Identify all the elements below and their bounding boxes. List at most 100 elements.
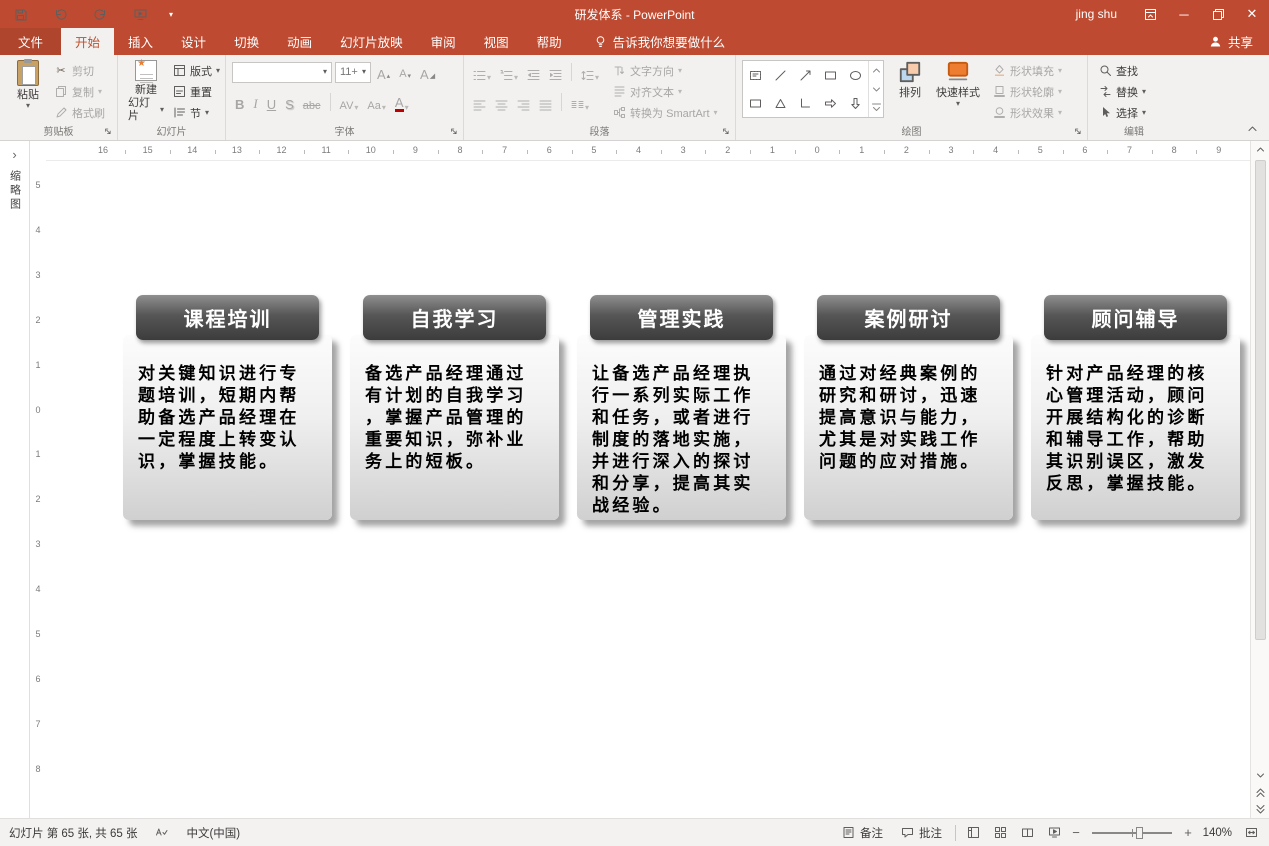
clear-formatting-button[interactable]: A◢	[417, 62, 438, 83]
underline-button[interactable]: U	[264, 92, 279, 113]
ribbon-tab-帮助[interactable]: 帮助	[523, 28, 576, 55]
ribbon-tab-视图[interactable]: 视图	[470, 28, 523, 55]
start-slideshow-button[interactable]	[120, 0, 160, 28]
cut-button[interactable]: ✂剪切	[50, 60, 109, 81]
slide-card[interactable]: 备选产品经理通过有计划的自我学习，掌握产品管理的重要知识，弥补业务上的短板。自我…	[350, 295, 559, 527]
zoom-slider[interactable]	[1092, 832, 1172, 834]
slide-card[interactable]: 让备选产品经理执行一系列实际工作和任务，或者进行制度的落地实施，并进行深入的探讨…	[577, 295, 786, 527]
down-arrow-shape-icon[interactable]	[843, 89, 868, 117]
oval-shape-icon[interactable]	[843, 61, 868, 89]
shrink-font-button[interactable]: A▾	[396, 62, 414, 83]
tab-file[interactable]: 文件	[0, 28, 61, 55]
previous-slide-button[interactable]	[1251, 784, 1269, 801]
decrease-indent-button[interactable]	[524, 62, 543, 83]
share-button[interactable]: 共享	[1193, 28, 1269, 55]
paragraph-dialog-launcher[interactable]	[722, 127, 732, 137]
text-box-shape-icon[interactable]	[743, 61, 768, 89]
card-title[interactable]: 管理实践	[590, 295, 773, 340]
bullets-button[interactable]: ▾	[470, 62, 494, 83]
quick-styles-button[interactable]: 快速样式▾	[932, 59, 984, 123]
replace-button[interactable]: 替换▾	[1094, 81, 1150, 102]
slide-card[interactable]: 针对产品经理的核心管理活动，顾问开展结构化的诊断和辅导工作，帮助其识别误区，激发…	[1031, 295, 1240, 527]
grow-font-button[interactable]: A▴	[374, 62, 393, 83]
scroll-down-button[interactable]	[1251, 767, 1269, 784]
justify-button[interactable]	[536, 92, 555, 113]
scroll-up-button[interactable]	[1251, 141, 1269, 158]
signed-in-user[interactable]: jing shu	[1076, 7, 1117, 21]
expand-pane-icon[interactable]: ›	[12, 147, 16, 162]
find-button[interactable]: 查找	[1094, 60, 1150, 81]
reading-view-button[interactable]	[1014, 819, 1041, 846]
card-body[interactable]: 针对产品经理的核心管理活动，顾问开展结构化的诊断和辅导工作，帮助其识别误区，激发…	[1031, 335, 1240, 520]
change-case-button[interactable]: Aa▾	[364, 92, 388, 113]
minimize-button[interactable]: ─	[1167, 0, 1201, 28]
zoom-in-button[interactable]: +	[1180, 825, 1196, 840]
columns-button[interactable]: ▾	[568, 92, 592, 113]
line-shape-icon[interactable]	[768, 61, 793, 89]
gallery-scroll-down-icon[interactable]	[869, 80, 883, 99]
proofing-button[interactable]	[146, 819, 177, 846]
comments-button[interactable]: 批注	[892, 819, 951, 846]
shape-fill-button[interactable]: 形状填充▾	[988, 60, 1066, 81]
ribbon-tab-开始[interactable]: 开始	[61, 28, 114, 55]
font-name-combo[interactable]: ▾	[232, 62, 332, 83]
card-title[interactable]: 课程培训	[136, 295, 319, 340]
ribbon-tab-幻灯片放映[interactable]: 幻灯片放映	[326, 28, 417, 55]
normal-view-button[interactable]	[960, 819, 987, 846]
rounded-rectangle-shape-icon[interactable]	[743, 89, 768, 117]
zoom-out-button[interactable]: −	[1068, 825, 1084, 840]
collapse-ribbon-button[interactable]	[1243, 120, 1261, 136]
undo-button[interactable]	[40, 0, 80, 28]
slide-number-indicator[interactable]: 幻灯片 第 65 张, 共 65 张	[0, 819, 146, 846]
align-left-button[interactable]	[470, 92, 489, 113]
close-button[interactable]: ✕	[1235, 0, 1269, 28]
font-size-combo[interactable]: 11+▾	[335, 62, 371, 83]
ribbon-tab-审阅[interactable]: 审阅	[417, 28, 470, 55]
zoom-level[interactable]: 140%	[1196, 827, 1238, 839]
copy-button[interactable]: 复制▾	[50, 81, 109, 102]
card-body[interactable]: 备选产品经理通过有计划的自我学习，掌握产品管理的重要知识，弥补业务上的短板。	[350, 335, 559, 520]
text-shadow-button[interactable]: S	[282, 92, 297, 113]
ribbon-tab-设计[interactable]: 设计	[167, 28, 220, 55]
reset-button[interactable]: 重置	[168, 81, 224, 102]
convert-to-smartart-button[interactable]: 转换为 SmartArt▾	[608, 102, 721, 123]
gallery-more-icon[interactable]	[869, 98, 883, 117]
font-color-button[interactable]: A▾	[392, 92, 412, 113]
arrow-line-shape-icon[interactable]	[793, 61, 818, 89]
language-indicator[interactable]: 中文(中国)	[177, 819, 249, 846]
line-spacing-button[interactable]: ▾	[578, 62, 602, 83]
shape-gallery[interactable]	[742, 60, 884, 118]
zoom-slider-thumb[interactable]	[1136, 827, 1143, 839]
scrollbar-thumb[interactable]	[1255, 160, 1266, 640]
ribbon-tab-动画[interactable]: 动画	[273, 28, 326, 55]
text-direction-button[interactable]: 文字方向▾	[608, 60, 721, 81]
ribbon-display-options-button[interactable]	[1133, 0, 1167, 28]
thumbnail-pane-collapsed[interactable]: › 缩略图	[0, 141, 30, 818]
next-slide-button[interactable]	[1251, 801, 1269, 818]
slideshow-view-button[interactable]	[1041, 819, 1068, 846]
ribbon-tab-切换[interactable]: 切换	[220, 28, 273, 55]
slide-card[interactable]: 通过对经典案例的研究和研讨，迅速提高意识与能力，尤其是对实践工作问题的应对措施。…	[804, 295, 1013, 527]
right-arrow-shape-icon[interactable]	[818, 89, 843, 117]
ribbon-tab-插入[interactable]: 插入	[114, 28, 167, 55]
slide-sorter-view-button[interactable]	[987, 819, 1014, 846]
numbering-button[interactable]: ▾	[497, 62, 521, 83]
align-right-button[interactable]	[514, 92, 533, 113]
card-body[interactable]: 对关键知识进行专题培训，短期内帮助备选产品经理在一定程度上转变认识，掌握技能。	[123, 335, 332, 520]
shape-effects-button[interactable]: 形状效果▾	[988, 102, 1066, 123]
character-spacing-button[interactable]: AV▾	[337, 92, 362, 113]
redo-button[interactable]	[80, 0, 120, 28]
select-button[interactable]: 选择▾	[1094, 102, 1150, 123]
drawing-dialog-launcher[interactable]	[1074, 127, 1084, 137]
notes-button[interactable]: 备注	[833, 819, 892, 846]
paste-button[interactable]: 粘贴▾	[6, 59, 50, 123]
card-body[interactable]: 通过对经典案例的研究和研讨，迅速提高意识与能力，尤其是对实践工作问题的应对措施。	[804, 335, 1013, 520]
new-slide-button[interactable]: 新建幻灯片▾	[124, 59, 168, 123]
tell-me-box[interactable]: 告诉我你想要做什么	[584, 28, 736, 55]
align-text-button[interactable]: 对齐文本▾	[608, 81, 721, 102]
card-body[interactable]: 让备选产品经理执行一系列实际工作和任务，或者进行制度的落地实施，并进行深入的探讨…	[577, 335, 786, 520]
section-button[interactable]: 节▾	[168, 102, 224, 123]
horizontal-ruler[interactable]: 161514131211109876543210123456789	[46, 141, 1250, 161]
layout-button[interactable]: 版式▾	[168, 60, 224, 81]
bold-button[interactable]: B	[232, 92, 247, 113]
